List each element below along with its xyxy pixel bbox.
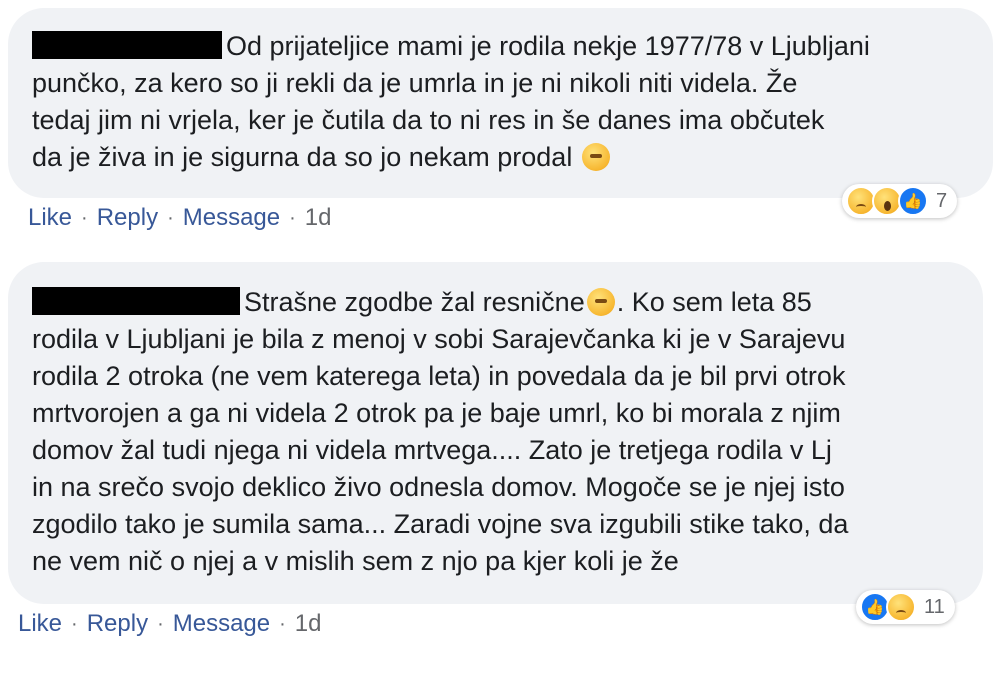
reply-link[interactable]: Reply (97, 204, 158, 232)
like-link[interactable]: Like (28, 204, 72, 232)
comment-actions-1: Like · Reply · Message · 1d (28, 204, 332, 232)
message-link[interactable]: Message (173, 610, 270, 638)
comment-body-2a: Strašne zgodbe žal resnične (244, 287, 585, 317)
separator: · (157, 612, 164, 635)
comment-text-1: Od prijateljice mami je rodila nekje 197… (32, 28, 969, 176)
reaction-summary-1[interactable]: 👍 7 (842, 184, 958, 218)
separator: · (279, 612, 286, 635)
sad-reaction-icon (886, 592, 916, 622)
comment-bubble-1: Od prijateljice mami je rodila nekje 197… (8, 8, 993, 198)
like-link[interactable]: Like (18, 610, 62, 638)
comment-bubble-2: Strašne zgodbe žal resnične. Ko sem leta… (8, 262, 983, 604)
redacted-author-name (32, 287, 240, 315)
timestamp-link[interactable]: 1d (305, 204, 332, 232)
message-link[interactable]: Message (183, 204, 280, 232)
reaction-summary-2[interactable]: 👍 11 (856, 590, 955, 624)
persevering-emoji-icon (586, 288, 615, 316)
reaction-count-2: 11 (924, 595, 945, 618)
like-reaction-icon: 👍 (898, 186, 928, 216)
separator: · (167, 206, 174, 229)
redacted-author-name (32, 31, 222, 59)
separator: · (71, 612, 78, 635)
crying-emoji-icon (581, 143, 610, 171)
comment-text-2: Strašne zgodbe žal resnične. Ko sem leta… (32, 284, 959, 580)
separator: · (81, 206, 88, 229)
comment-actions-2: Like · Reply · Message · 1d (18, 610, 322, 638)
reply-link[interactable]: Reply (87, 610, 148, 638)
comment-body-2b: . Ko sem leta 85 rodila v Ljubljani je b… (32, 287, 849, 576)
reaction-count-1: 7 (936, 189, 948, 212)
timestamp-link[interactable]: 1d (295, 610, 322, 638)
separator: · (289, 206, 296, 229)
